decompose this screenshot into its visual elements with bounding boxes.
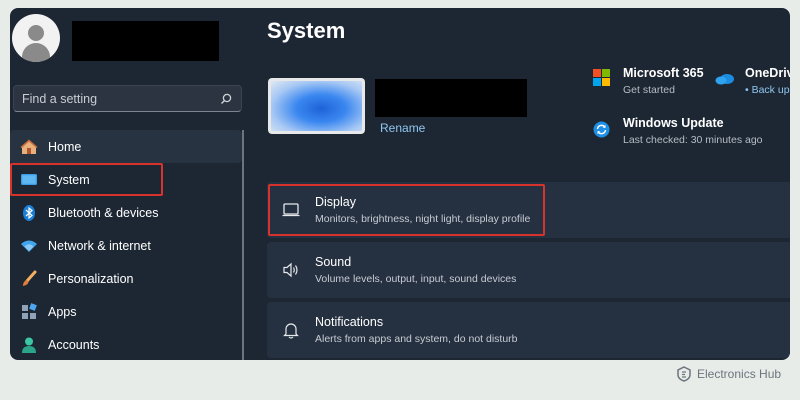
tile-subtitle: • Back up [745,84,790,96]
rename-link[interactable]: Rename [380,121,425,135]
tile-subtitle: Get started [623,84,675,96]
tile-subtitle: Last checked: 30 minutes ago [623,134,763,146]
redacted-device-name [375,79,527,117]
search-placeholder: Find a setting [22,92,98,106]
windows-update-icon [593,121,610,138]
settings-window: Find a setting Home System Bluetooth & d… [10,8,790,360]
watermark-text: Electronics Hub [697,367,782,381]
sidebar-item-personalization[interactable]: Personalization [10,262,242,295]
card-notifications[interactable]: Notifications Alerts from apps and syste… [267,302,790,358]
sidebar-item-home[interactable]: Home [10,130,242,163]
sidebar-item-bluetooth[interactable]: Bluetooth & devices [10,196,242,229]
card-title: Sound [315,255,352,269]
tile-title: OneDriv [745,66,790,80]
search-input[interactable]: Find a setting [13,85,242,112]
accounts-icon [20,336,38,354]
card-subtitle: Volume levels, output, input, sound devi… [315,273,517,285]
sidebar-item-network[interactable]: Network & internet [10,229,242,262]
search-icon[interactable] [219,92,233,106]
bell-icon [283,323,299,339]
sidebar-item-accounts[interactable]: Accounts [10,328,242,360]
tile-title: Microsoft 365 [623,66,704,80]
sidebar-item-apps[interactable]: Apps [10,295,242,328]
electronics-hub-watermark: Electronics Hub [677,366,781,382]
page-title: System [267,18,346,43]
electronics-hub-logo-icon [677,366,691,382]
avatar-head-icon [28,25,44,41]
sidebar-item-label: Home [48,139,82,154]
sidebar-item-label: Bluetooth & devices [48,205,159,220]
apps-icon [20,302,38,321]
tile-title: Windows Update [623,116,724,130]
card-sound[interactable]: Sound Volume levels, output, input, soun… [267,242,790,298]
sidebar-item-label: Apps [48,304,77,319]
wifi-icon [20,237,38,255]
system-highlight-box [10,163,163,196]
card-subtitle: Alerts from apps and system, do not dist… [315,333,518,345]
bluetooth-icon [20,204,38,222]
onedrive-icon [715,74,734,85]
speaker-icon [283,262,298,278]
avatar-body-icon [22,43,50,62]
sidebar-item-label: Accounts [48,337,100,352]
sidebar-scrollbar[interactable] [242,130,244,360]
user-avatar[interactable] [12,14,60,62]
desktop-preview-thumbnail [268,78,365,134]
home-icon [20,138,38,156]
sidebar-item-label: Personalization [48,271,134,286]
microsoft-365-icon [593,69,610,86]
sidebar-item-label: Network & internet [48,238,151,253]
display-highlight-box [268,184,545,236]
brush-icon [20,270,38,288]
wallpaper-bloom-image [271,81,362,131]
card-title: Notifications [315,315,384,329]
redacted-username [72,21,219,61]
